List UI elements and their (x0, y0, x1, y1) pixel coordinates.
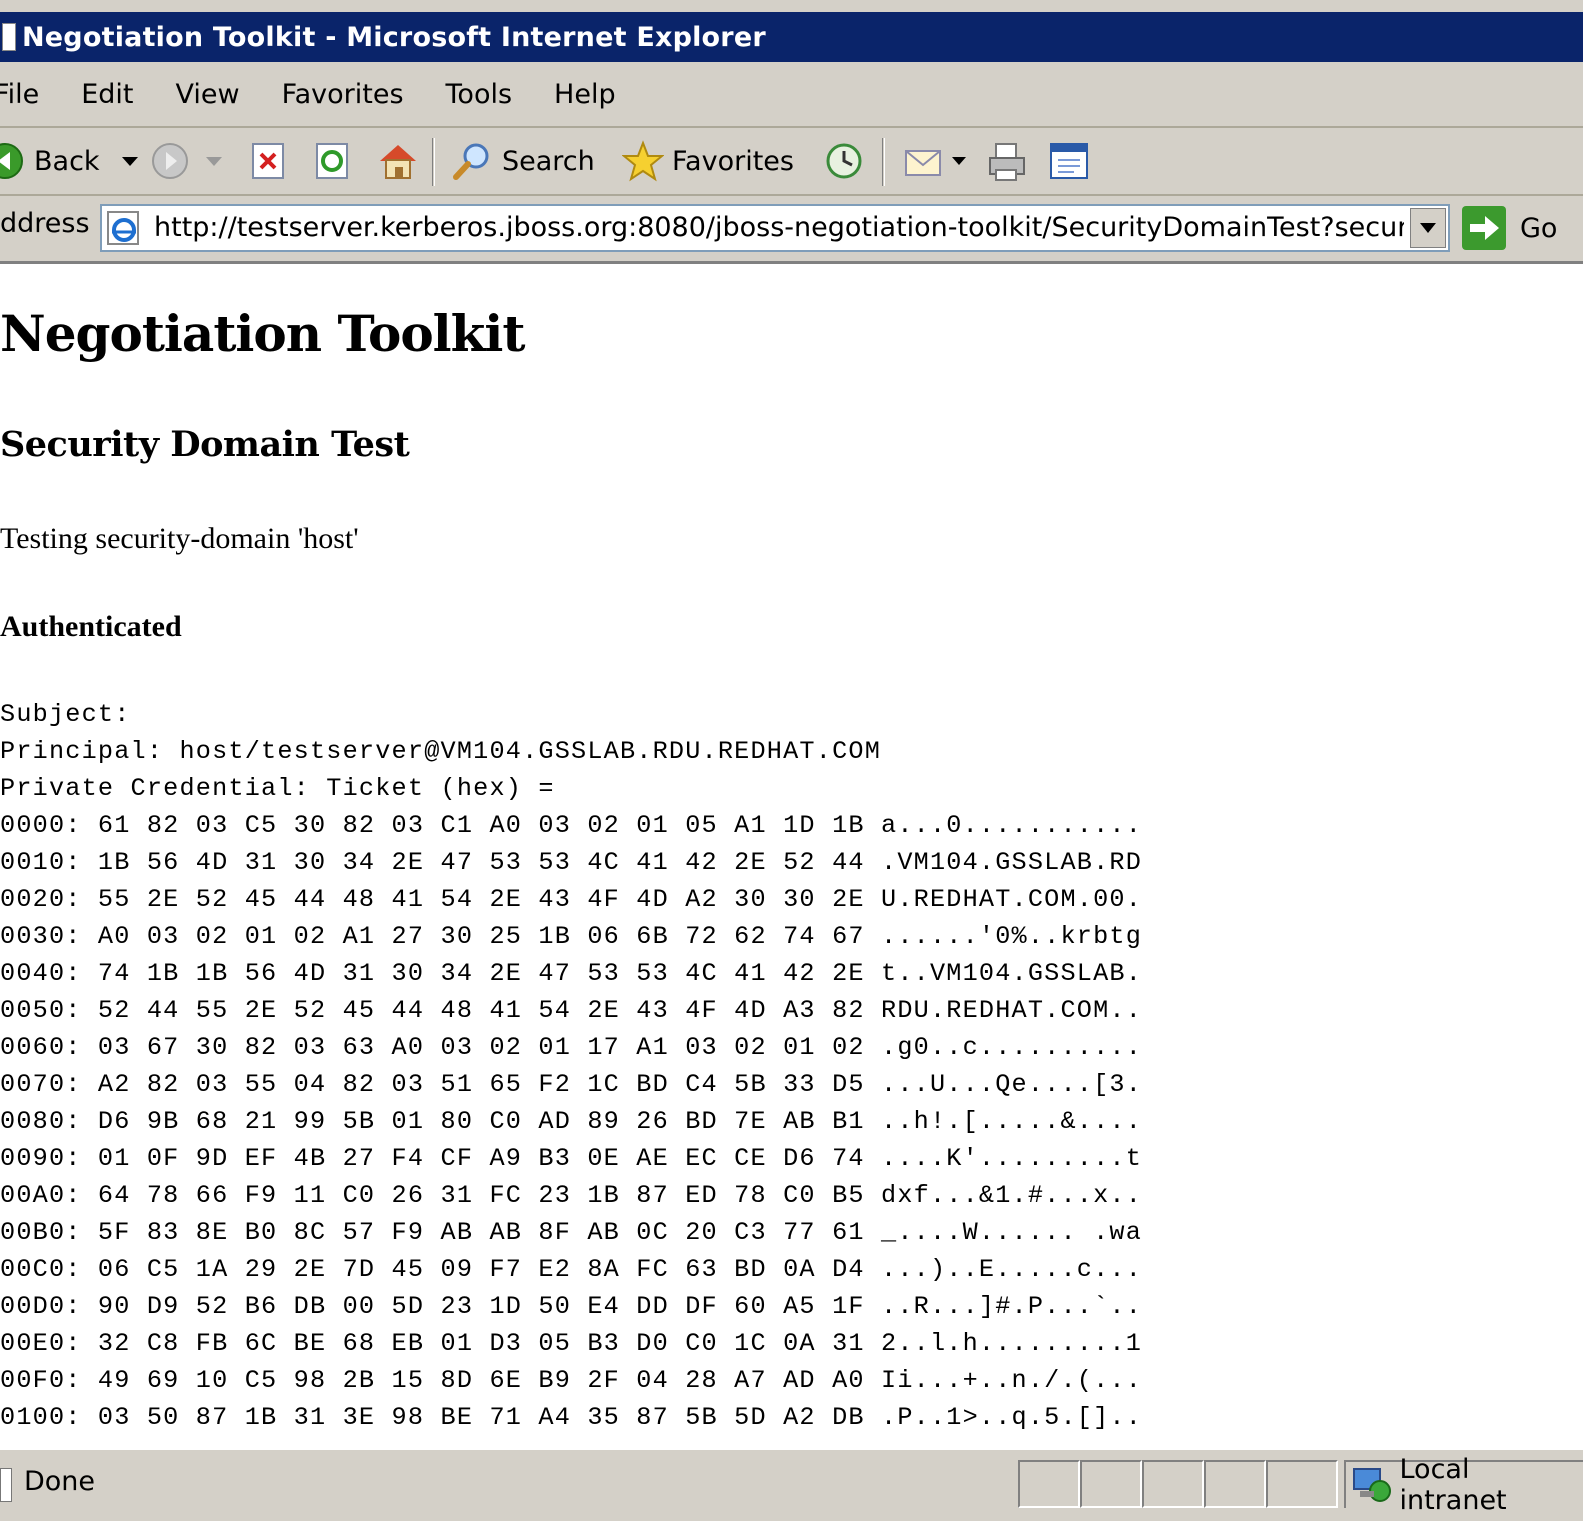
toolbar: Back Search Favorites (0, 128, 1583, 196)
chevron-down-icon (1420, 223, 1436, 233)
hex-dump-line: 00D0: 90 D9 52 B6 DB 00 5D 23 1D 50 E4 D… (0, 1292, 1143, 1321)
window-frame-top (0, 0, 1583, 12)
authenticated-heading: Authenticated (0, 610, 182, 643)
hex-dump-line: 0030: A0 03 02 01 02 A1 27 30 25 1B 06 6… (0, 922, 1143, 951)
hex-dump-line: 0040: 74 1B 1B 56 4D 31 30 34 2E 47 53 5… (0, 959, 1143, 988)
page-icon (2, 23, 16, 51)
hex-dump-line: 0060: 03 67 30 82 03 63 A0 03 02 01 17 A… (0, 1033, 1143, 1062)
address-url: http://testserver.kerberos.jboss.org:808… (154, 212, 1404, 243)
address-label: ddress (0, 208, 90, 239)
search-label: Search (502, 145, 595, 177)
stop-button[interactable] (250, 128, 286, 194)
status-pane (1080, 1460, 1142, 1508)
hex-dump-line: 00F0: 49 69 10 C5 98 2B 15 8D 6E B9 2F 0… (0, 1366, 1143, 1395)
stop-icon (252, 143, 284, 179)
hex-dump-line: 00A0: 64 78 66 F9 11 C0 26 31 FC 23 1B 8… (0, 1181, 1143, 1210)
status-pane (1266, 1460, 1338, 1508)
address-input[interactable]: http://testserver.kerberos.jboss.org:808… (100, 204, 1450, 252)
hex-dump-line: 0080: D6 9B 68 21 99 5B 01 80 C0 AD 89 2… (0, 1107, 1143, 1136)
principal-line: Principal: host/testserver@VM104.GSSLAB.… (0, 737, 882, 766)
menu-bar: File Edit View Favorites Tools Help (0, 62, 1583, 128)
home-icon (380, 145, 416, 179)
title-bar: Negotiation Toolkit - Microsoft Internet… (0, 12, 1583, 62)
star-icon (622, 140, 664, 182)
page-content: Negotiation Toolkit Security Domain Test… (0, 264, 1583, 1448)
page-heading: Negotiation Toolkit (0, 304, 525, 363)
address-bar: ddress http://testserver.kerberos.jboss.… (0, 196, 1583, 264)
refresh-button[interactable] (314, 128, 350, 194)
hex-dump-line: 00B0: 5F 83 8E B0 8C 57 F9 AB AB 8F AB 0… (0, 1218, 1143, 1247)
forward-button[interactable] (150, 128, 224, 194)
search-icon (453, 143, 489, 180)
hex-dump-line: 00C0: 06 C5 1A 29 2E 7D 45 09 F7 E2 8A F… (0, 1255, 1143, 1284)
hex-dump-line: 0010: 1B 56 4D 31 30 34 2E 47 53 53 4C 4… (0, 848, 1143, 877)
forward-dropdown-icon[interactable] (204, 154, 224, 168)
menu-favorites[interactable]: Favorites (282, 79, 404, 110)
mail-button[interactable] (902, 128, 968, 194)
hex-dump-line: 0090: 01 0F 9D EF 4B 27 F4 CF A9 B3 0E A… (0, 1144, 1143, 1173)
go-label: Go (1520, 212, 1558, 244)
security-zone[interactable]: Local intranet (1344, 1454, 1583, 1516)
search-button[interactable]: Search (452, 128, 595, 194)
home-button[interactable] (376, 128, 420, 194)
intranet-icon (1353, 1468, 1391, 1502)
status-pane (1142, 1460, 1204, 1508)
favorites-label: Favorites (672, 145, 794, 177)
status-bar: Done Local intranet (0, 1448, 1583, 1521)
ie-page-icon (107, 211, 139, 245)
window-title: Negotiation Toolkit - Microsoft Internet… (22, 21, 766, 53)
status-pane (1204, 1460, 1266, 1508)
forward-arrow-icon (152, 143, 188, 179)
credential-line: Private Credential: Ticket (hex) = (0, 774, 555, 803)
status-text: Done (24, 1466, 96, 1497)
print-button[interactable] (986, 128, 1028, 194)
history-button[interactable] (822, 128, 866, 194)
hex-dump-line: 0020: 55 2E 52 45 44 48 41 54 2E 43 4F 4… (0, 885, 1143, 914)
status-pane (1018, 1460, 1080, 1508)
back-arrow-icon (0, 143, 23, 179)
menu-view[interactable]: View (175, 79, 239, 110)
edit-page-icon (1050, 143, 1088, 179)
back-dropdown-icon[interactable] (120, 154, 140, 168)
hex-dump-line: 00E0: 32 C8 FB 6C BE 68 EB 01 D3 05 B3 D… (0, 1329, 1143, 1358)
mail-icon (905, 150, 941, 176)
subject-line: Subject: (0, 700, 131, 729)
page-subheading: Security Domain Test (0, 424, 410, 465)
testing-text: Testing security-domain 'host' (0, 522, 359, 555)
menu-file[interactable]: File (0, 79, 39, 110)
edit-button[interactable] (1048, 128, 1092, 194)
printer-icon (989, 143, 1025, 181)
menu-tools[interactable]: Tools (446, 79, 513, 110)
menu-edit[interactable]: Edit (81, 79, 133, 110)
hex-dump-line: 0100: 03 50 87 1B 31 3E 98 BE 71 A4 35 8… (0, 1403, 1143, 1432)
status-page-icon (0, 1468, 12, 1502)
history-icon (826, 143, 862, 179)
hex-dump-line: 0000: 61 82 03 C5 30 82 03 C1 A0 03 02 0… (0, 811, 1143, 840)
zone-label: Local intranet (1399, 1454, 1507, 1516)
go-button[interactable]: Go (1462, 204, 1557, 252)
toolbar-separator (432, 138, 435, 186)
hex-dump-line: 0070: A2 82 03 55 04 82 03 51 65 F2 1C B… (0, 1070, 1143, 1099)
favorites-button[interactable]: Favorites (622, 128, 794, 194)
go-arrow-icon (1462, 206, 1506, 250)
toolbar-separator (882, 138, 885, 186)
mail-dropdown-icon[interactable] (950, 154, 968, 168)
menu-help[interactable]: Help (554, 79, 616, 110)
address-dropdown-button[interactable] (1410, 208, 1446, 248)
back-label: Back (34, 145, 100, 177)
hex-dump-line: 0050: 52 44 55 2E 52 45 44 48 41 54 2E 4… (0, 996, 1143, 1025)
back-button[interactable]: Back (0, 128, 140, 194)
refresh-icon (316, 143, 348, 179)
